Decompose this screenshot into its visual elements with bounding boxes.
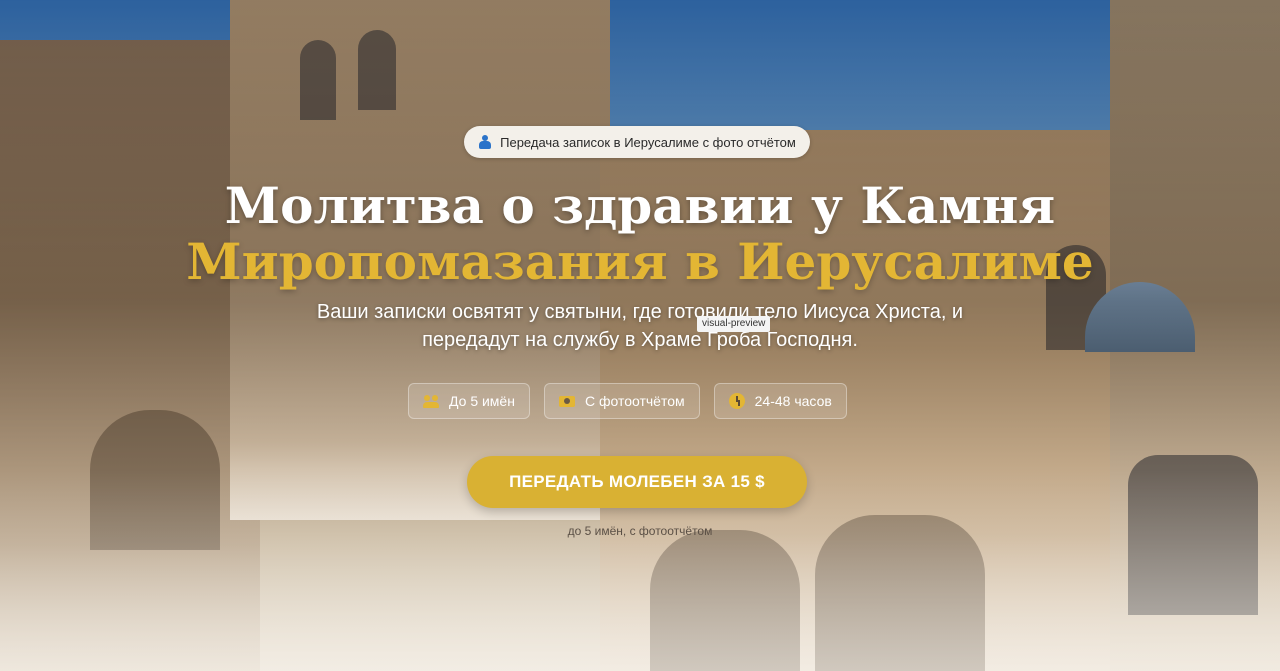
camera-icon [558, 393, 575, 409]
hero-title-line1: Молитва о здравии у Камня [224, 176, 1056, 235]
hero-title: Молитва о здравии у Камня Миропомазания … [0, 178, 1280, 290]
praying-person-icon [478, 135, 492, 149]
people-icon [423, 393, 439, 409]
cta-note: до 5 имён, с фотоотчётом [567, 524, 713, 538]
feature-label: До 5 имён [449, 393, 515, 409]
feature-label: С фотоотчётом [584, 393, 685, 409]
feature-duration: 24-48 часов [713, 383, 847, 419]
hero-title-line2: Миропомазания в Иерусалиме [186, 232, 1094, 291]
hero-subtitle: Ваши записки освятят у святыни, где гото… [316, 301, 964, 351]
feature-names: До 5 имён [408, 383, 530, 419]
clock-icon [728, 393, 745, 409]
feature-label: 24-48 часов [754, 393, 832, 409]
order-prayer-button[interactable]: ПЕРЕДАТЬ МОЛЕБЕН ЗА 15 $ [467, 456, 807, 508]
feature-photo-report: С фотоотчётом [543, 383, 700, 419]
feature-list: До 5 имён С фотоотчётом 24-48 часов [408, 383, 847, 419]
visual-preview-tag: visual-preview [697, 316, 771, 332]
hero-badge: Передача записок в Иерусалиме с фото отч… [464, 126, 810, 158]
hero-badge-text: Передача записок в Иерусалиме с фото отч… [500, 134, 796, 150]
